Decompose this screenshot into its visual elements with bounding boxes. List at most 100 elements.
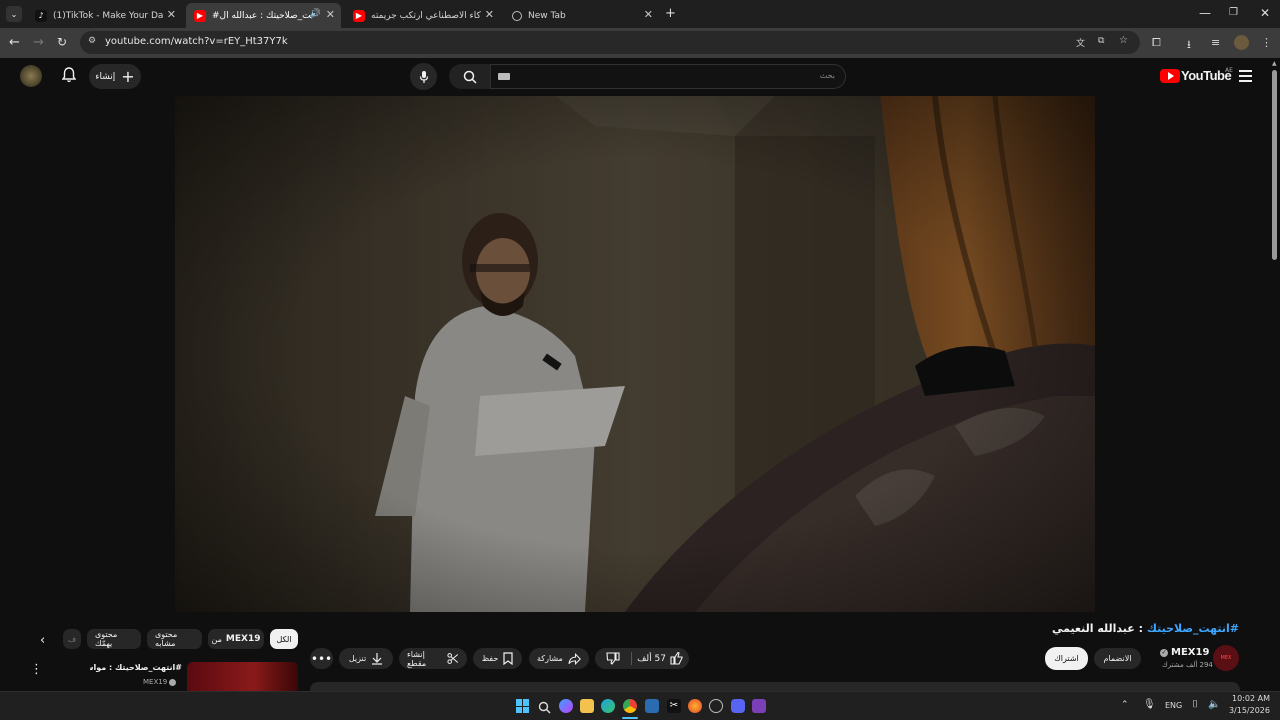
- tab-youtube-active[interactable]: ▶ #انتهت_صلاحيتك : عبدالله ال 🔊 ✕: [186, 3, 341, 28]
- minimize-button[interactable]: —: [1199, 6, 1211, 20]
- download-icon[interactable]: ⭳: [1187, 36, 1191, 55]
- close-icon[interactable]: ✕: [167, 8, 176, 21]
- suggested-channel[interactable]: MEX19: [143, 678, 167, 686]
- save-button[interactable]: حفظ: [473, 648, 522, 669]
- description-box[interactable]: [310, 682, 1240, 691]
- create-button[interactable]: إنشاء +: [89, 64, 141, 89]
- chip-all[interactable]: الكل: [270, 629, 298, 649]
- chip-recommended[interactable]: محتوى يهمّك: [87, 629, 141, 649]
- more-actions-button[interactable]: •••: [310, 648, 333, 669]
- firefox-icon[interactable]: [688, 699, 702, 713]
- network-icon[interactable]: ⌷: [1192, 699, 1198, 710]
- dislike-button[interactable]: [595, 648, 631, 669]
- tab-tiktok[interactable]: ♪ (1)TikTok - Make Your Day ✕: [27, 3, 182, 28]
- tab-title: #انتهت_صلاحيتك : عبدالله ال: [212, 10, 312, 21]
- bookmark-star-icon[interactable]: ☆: [1119, 35, 1128, 46]
- site-info-icon[interactable]: ⚙: [88, 36, 96, 46]
- clock-date[interactable]: 3/15/2026: [1226, 706, 1270, 715]
- youtube-icon: ▶: [353, 9, 365, 22]
- share-icon: [568, 652, 581, 665]
- clip-button[interactable]: إنشاء مقطع: [399, 648, 467, 669]
- address-bar[interactable]: ⚙ youtube.com/watch?v=rEY_Ht37Y7k 文 ⧉ ☆: [80, 31, 1140, 54]
- thumbs-up-icon: [670, 652, 683, 665]
- guide-menu-icon[interactable]: [1239, 70, 1252, 82]
- download-video-button[interactable]: تنزيل: [339, 648, 393, 669]
- tab-title: (1)TikTok - Make Your Day: [53, 10, 163, 21]
- menu-dots-icon[interactable]: ⋮: [1261, 36, 1272, 49]
- tab-title: الذكاء الاصطناعي ارتكب جريمته: [371, 10, 481, 21]
- youtube-logo-icon[interactable]: [1160, 69, 1180, 83]
- video-frame: [175, 96, 1095, 612]
- join-button[interactable]: الانضمام: [1094, 648, 1141, 669]
- close-icon[interactable]: ✕: [644, 8, 653, 21]
- profile-avatar[interactable]: [1234, 35, 1249, 50]
- speaker-icon[interactable]: 🔊: [310, 9, 321, 19]
- tab-list-button[interactable]: ⌄: [6, 6, 22, 22]
- more-vertical-icon[interactable]: ⋮: [30, 662, 43, 677]
- chip-from-channel[interactable]: من MEX19: [208, 629, 264, 649]
- chevron-up-icon[interactable]: ⌃: [1121, 700, 1129, 710]
- discord-icon[interactable]: [731, 699, 745, 713]
- suggested-video-title[interactable]: #انتهت_صلاحيتك : مواسم: [90, 663, 182, 672]
- volume-icon[interactable]: 🔈: [1208, 699, 1220, 710]
- video-hashtag-link[interactable]: #انتهت_صلاحيتك: [1147, 622, 1239, 635]
- settings-icon[interactable]: [709, 699, 723, 713]
- search-input[interactable]: بحث: [490, 64, 846, 89]
- page-scrollbar[interactable]: ▲: [1270, 58, 1280, 691]
- chip-partial[interactable]: ف: [63, 629, 81, 649]
- chevron-left-icon[interactable]: ‹: [40, 633, 45, 648]
- edge-icon[interactable]: [601, 699, 615, 713]
- chrome-icon[interactable]: [623, 699, 637, 713]
- verified-check-icon: [169, 678, 177, 686]
- tab-new[interactable]: New Tab ✕: [504, 3, 659, 28]
- channel-name-row: ✓ MEX19: [1160, 647, 1209, 658]
- capcut-icon[interactable]: ✂: [667, 699, 681, 713]
- media-control-icon[interactable]: ≡: [1211, 36, 1220, 49]
- translate-icon[interactable]: 文: [1076, 36, 1085, 49]
- file-explorer-icon[interactable]: [580, 699, 594, 713]
- subscribe-button[interactable]: اشتراك: [1045, 647, 1088, 670]
- windows-start-icon[interactable]: [516, 699, 530, 713]
- close-icon[interactable]: ✕: [485, 8, 494, 21]
- reload-button[interactable]: ↻: [57, 35, 67, 49]
- new-tab-button[interactable]: +: [665, 6, 676, 21]
- scroll-up-icon[interactable]: ▲: [1272, 60, 1277, 67]
- forward-button[interactable]: →: [33, 35, 44, 50]
- extensions-icon[interactable]: ⧠: [1152, 36, 1161, 50]
- tab-youtube-2[interactable]: ▶ الذكاء الاصطناعي ارتكب جريمته ✕: [345, 3, 500, 28]
- chip-label: محتوى مشابه: [155, 630, 178, 648]
- create-label: إنشاء: [95, 71, 116, 82]
- app-icon[interactable]: [752, 699, 766, 713]
- keyboard-icon[interactable]: [498, 73, 510, 80]
- channel-name[interactable]: MEX19: [1171, 647, 1209, 658]
- share-button[interactable]: مشاركة: [529, 648, 589, 669]
- close-icon[interactable]: ✕: [326, 8, 335, 21]
- close-window-button[interactable]: ✕: [1260, 6, 1270, 20]
- region-code: AE: [1225, 67, 1233, 74]
- clock-time[interactable]: 10:02 AM: [1226, 694, 1270, 703]
- channel-avatar[interactable]: MEX: [1213, 645, 1239, 671]
- restore-button[interactable]: ❐: [1229, 7, 1238, 18]
- account-avatar[interactable]: [20, 65, 42, 87]
- store-icon[interactable]: [645, 699, 659, 713]
- mic-tray-icon[interactable]: 🎙: [1143, 699, 1156, 710]
- language-indicator[interactable]: ENG: [1165, 701, 1182, 710]
- chip-related[interactable]: محتوى مشابه: [147, 629, 202, 649]
- chip-label: ف: [67, 634, 77, 644]
- video-player[interactable]: [175, 96, 1095, 612]
- suggested-video-thumbnail[interactable]: [187, 662, 298, 691]
- search-button[interactable]: [449, 64, 490, 89]
- like-dislike-segment: 57 ألف: [595, 648, 689, 669]
- voice-search-button[interactable]: [410, 63, 437, 90]
- url-text[interactable]: youtube.com/watch?v=rEY_Ht37Y7k: [105, 36, 288, 47]
- scroll-thumb[interactable]: [1272, 70, 1277, 260]
- taskbar-search-icon[interactable]: [538, 699, 552, 714]
- youtube-logo-text[interactable]: YouTube: [1181, 68, 1232, 83]
- subscribe-label: اشتراك: [1054, 654, 1079, 663]
- notifications-bell-icon[interactable]: [61, 67, 77, 87]
- copilot-icon[interactable]: [559, 699, 573, 713]
- back-button[interactable]: ←: [9, 35, 20, 50]
- install-app-icon[interactable]: ⧉: [1098, 36, 1104, 46]
- like-button[interactable]: 57 ألف: [632, 648, 689, 669]
- youtube-icon: ▶: [194, 9, 206, 22]
